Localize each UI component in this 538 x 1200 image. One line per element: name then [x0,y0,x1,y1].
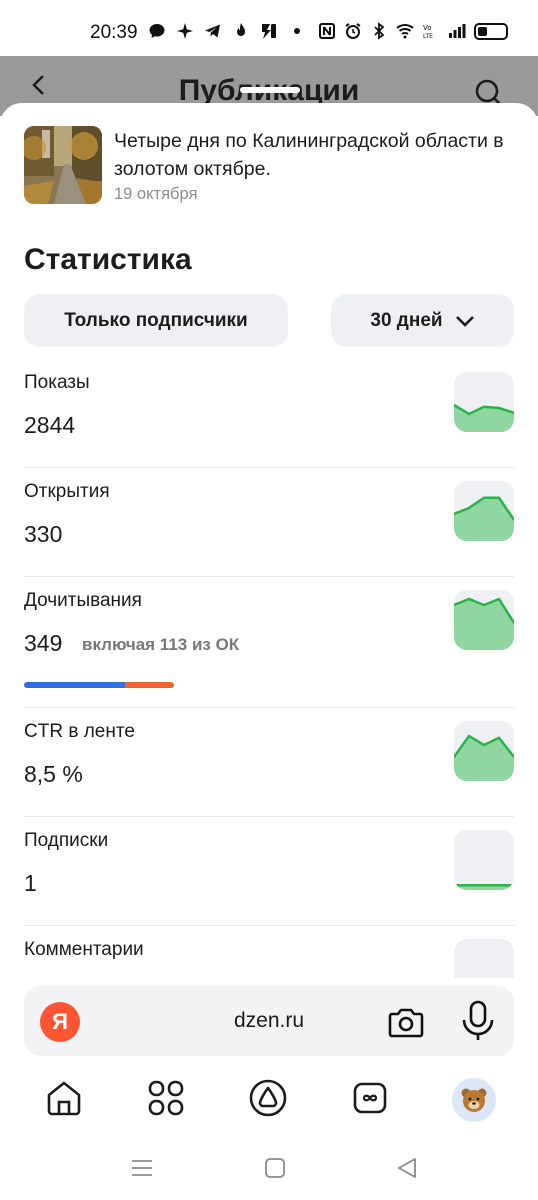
signal-icon [449,24,466,38]
sparkline-svg [454,496,514,541]
system-navigation-bar [0,1140,538,1200]
chat-icon [149,24,165,38]
recent-apps-icon[interactable] [130,1156,154,1180]
volte-icon: VoLTE [423,24,433,40]
status-bar: 20:39 Vo LTE [0,0,538,56]
sparkline-svg [454,734,514,781]
home-icon[interactable] [44,1078,84,1118]
dot-icon [294,28,300,34]
loop-icon[interactable] [350,1078,390,1118]
sparkle-icon [177,23,193,39]
metric-row-comments[interactable]: Комментарии [24,939,514,978]
divider [24,816,514,817]
statistics-sheet: Четыре дня по Калининградской области в … [0,103,538,978]
divider [24,576,514,577]
nfc-icon [319,23,335,39]
read-bar-ok-segment [125,682,174,688]
metric-label: Подписки [24,830,109,851]
divider [24,925,514,926]
svg-text:LTE: LTE [423,33,433,40]
svg-text:Vo: Vo [423,24,432,32]
sparkline-chart[interactable] [454,590,514,650]
period-dropdown[interactable]: 30 дней [331,294,514,347]
telegram-icon [205,24,220,38]
publication-title[interactable]: Четыре дня по Калининградской области в … [114,127,514,183]
back-button-icon[interactable] [395,1156,419,1180]
system-icons: Vo LTE [318,22,508,40]
divider [24,467,514,468]
flame-icon [237,23,245,36]
app-icon [262,24,276,39]
metric-label: Открытия [24,481,110,502]
metric-label: Показы [24,372,90,393]
metric-label: CTR в ленте [24,721,135,742]
apps-grid-icon[interactable] [146,1078,186,1118]
bottom-navigation [0,1070,538,1130]
avatar[interactable] [452,1078,496,1122]
sparkline-chart[interactable] [454,830,514,890]
subscribers-only-filter-button[interactable]: Только подписчики [24,294,288,347]
microphone-icon[interactable] [460,1000,496,1042]
browser-address-bar[interactable]: Я dzen.ru [24,986,514,1056]
sheet-drag-handle[interactable] [240,87,300,93]
sparkline-svg [454,403,514,432]
divider [24,707,514,708]
period-label: 30 дней [370,309,443,331]
metric-label: Дочитывания [24,590,142,611]
metric-subtext: включая 113 из ОК [82,635,240,654]
url-text[interactable]: dzen.ru [24,1009,514,1033]
sparkline-area [454,497,514,541]
metric-row-subscriptions[interactable]: Подписки 1 [24,830,514,926]
alice-icon[interactable] [248,1078,288,1118]
sparkline-chart[interactable] [454,481,514,541]
filter-audience-label: Только подписчики [64,309,248,331]
sparkline-chart[interactable] [454,939,514,978]
battery-icon [474,22,508,40]
chevron-down-icon [455,315,474,327]
sparkline-svg [454,597,514,650]
sparkline-chart[interactable] [454,372,514,432]
bluetooth-icon [374,22,385,40]
wifi-icon [396,24,414,39]
metric-row-read-through[interactable]: Дочитывания 349 включая 113 из ОК [24,590,514,708]
metric-value: 2844 [24,412,76,438]
publication-date: 19 октября [114,185,198,203]
metric-row-ctr[interactable]: CTR в ленте 8,5 % [24,721,514,817]
status-time: 20:39 [90,22,138,43]
metric-row-opens[interactable]: Открытия 330 [24,481,514,577]
alarm-icon [345,23,361,39]
metric-label: Комментарии [24,939,144,960]
statistics-heading: Статистика [24,243,192,276]
publication-thumbnail[interactable] [24,126,102,204]
read-bar-main-segment [24,682,126,688]
metric-value: 330 [24,521,63,547]
autumn-path-image [24,126,102,204]
metric-row-impressions[interactable]: Показы 2844 [24,372,514,468]
notification-icons [148,22,306,40]
metric-value: 349 [24,630,63,656]
sparkline-chart[interactable] [454,721,514,781]
metric-value: 8,5 % [24,761,83,787]
sparkline-svg [454,883,514,890]
bear-avatar-icon [461,1088,487,1112]
home-button-icon[interactable] [263,1156,287,1180]
metric-value: 1 [24,870,37,896]
camera-icon[interactable] [386,1002,426,1042]
read-source-split-bar [24,682,174,688]
